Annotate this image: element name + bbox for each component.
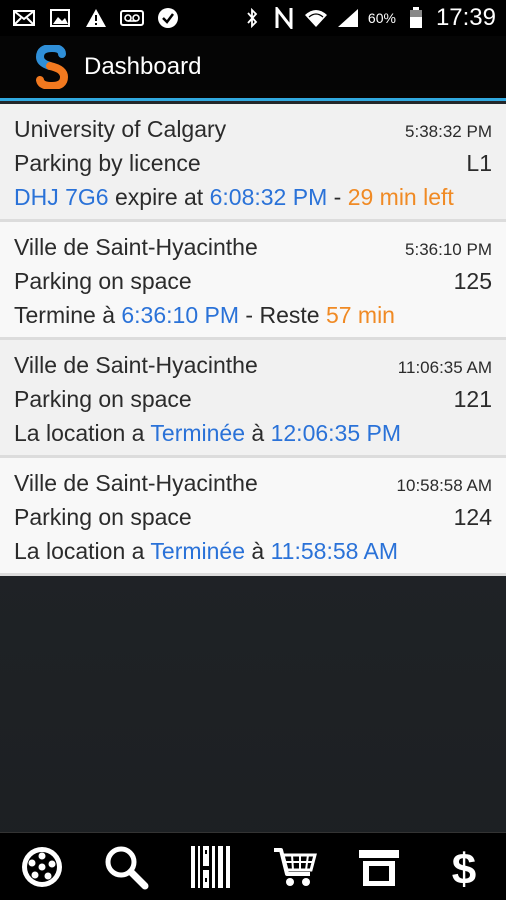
dollar-icon[interactable]: $ — [439, 842, 489, 892]
item-status: La location a Terminée à 12:06:35 PM — [14, 420, 401, 447]
status-segment: - Reste — [239, 302, 326, 328]
item-title: Ville de Saint-Hyacinthe — [14, 352, 258, 378]
status-segment: La location a — [14, 538, 151, 564]
status-segment: expire at — [108, 184, 210, 210]
status-segment: à — [245, 420, 271, 446]
item-title: Ville de Saint-Hyacinthe — [14, 234, 258, 260]
item-subtitle: Parking on space — [14, 504, 192, 530]
status-segment: Terminée — [150, 538, 246, 564]
check-icon — [156, 7, 180, 29]
item-status: DHJ 7G6 expire at 6:08:32 PM - 29 min le… — [14, 184, 454, 211]
nfc-icon — [272, 7, 296, 29]
voicemail-icon — [120, 7, 144, 29]
bottom-nav: $ — [0, 832, 506, 900]
status-segment: DHJ 7G6 — [14, 184, 109, 210]
svg-text:$: $ — [452, 845, 476, 890]
status-segment: - — [327, 184, 348, 210]
notification-icons — [0, 7, 180, 29]
status-segment: Termine à — [14, 302, 122, 328]
item-subtitle: Parking by licence — [14, 150, 201, 176]
bluetooth-icon — [240, 7, 264, 29]
parking-item[interactable]: Ville de Saint-Hyacinthe 11:06:35 AM Parki… — [0, 340, 506, 458]
status-segment: 57 min — [325, 302, 395, 328]
item-status: Termine à 6:36:10 PM - Reste 57 min — [14, 302, 395, 329]
status-segment: La location a — [14, 420, 151, 446]
wifi-icon — [304, 7, 328, 29]
cart-icon[interactable] — [270, 842, 320, 892]
page-title: Dashboard — [84, 53, 202, 80]
warning-icon — [84, 7, 108, 29]
parking-item[interactable]: Ville de Saint-Hyacinthe 5:36:10 PM Parkin… — [0, 222, 506, 340]
action-bar: Dashboard — [0, 36, 506, 101]
archive-icon[interactable] — [354, 842, 404, 892]
item-time: 11:06:35 AM — [397, 358, 492, 377]
item-status: La location a Terminée à 11:58:58 AM — [14, 538, 398, 565]
parking-item[interactable]: Ville de Saint-Hyacinthe 10:58:58 AM Parki… — [0, 458, 506, 576]
item-title: University of Calgary — [14, 116, 227, 142]
mail-icon — [12, 7, 36, 29]
status-segment: 29 min left — [347, 184, 454, 210]
parking-item[interactable]: University of Calgary 5:38:32 PM Parking b… — [0, 104, 506, 222]
item-title: Ville de Saint-Hyacinthe — [14, 470, 258, 496]
system-icons: 60% 17:39 — [240, 4, 506, 32]
barcode-icon[interactable] — [186, 842, 236, 892]
item-subtitle: Parking on space — [14, 268, 192, 294]
item-subtitle: Parking on space — [14, 386, 192, 412]
item-code: 121 — [453, 386, 492, 412]
item-time: 10:58:58 AM — [396, 476, 492, 495]
parking-list: University of Calgary 5:38:32 PM Parking b… — [0, 104, 506, 576]
signal-icon — [336, 7, 360, 29]
status-segment: Terminée — [150, 420, 246, 446]
map-icon[interactable] — [17, 842, 67, 892]
image-icon — [48, 7, 72, 29]
item-time: 5:38:32 PM — [405, 122, 492, 141]
search-icon[interactable] — [101, 842, 151, 892]
status-bar: 60% 17:39 — [0, 0, 506, 36]
item-time: 5:36:10 PM — [405, 240, 492, 259]
item-code: L1 — [466, 150, 492, 176]
item-code: 124 — [453, 504, 492, 530]
status-segment: 6:36:10 PM — [121, 302, 240, 328]
battery-icon — [404, 7, 428, 29]
status-segment: 6:08:32 PM — [209, 184, 328, 210]
battery-percent: 60% — [367, 10, 396, 26]
status-segment: à — [245, 538, 271, 564]
status-segment: 11:58:58 AM — [270, 538, 399, 564]
item-code: 125 — [453, 268, 492, 294]
status-clock: 17:39 — [435, 4, 496, 31]
app-logo[interactable] — [32, 43, 72, 91]
status-segment: 12:06:35 PM — [270, 420, 402, 446]
